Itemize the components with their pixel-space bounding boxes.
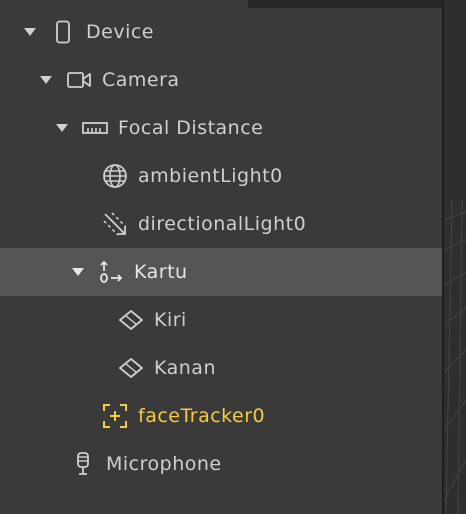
tree-item-face-tracker[interactable]: faceTracker0 — [0, 392, 442, 440]
panel-header-bar — [248, 0, 442, 8]
tree-item-device[interactable]: Device — [0, 8, 442, 56]
globe-icon — [102, 163, 128, 189]
expand-arrow-icon[interactable] — [38, 72, 54, 88]
expand-arrow-icon[interactable] — [22, 24, 38, 40]
scene-panel: Device Camera Focal Distance ambientLigh… — [0, 0, 442, 514]
tree-item-kanan[interactable]: Kanan — [0, 344, 442, 392]
plane-icon — [118, 307, 144, 333]
expand-arrow-icon[interactable] — [70, 264, 86, 280]
scene-viewport[interactable] — [444, 0, 466, 514]
tree-item-kartu[interactable]: Kartu — [0, 248, 442, 296]
tree-item-kiri[interactable]: Kiri — [0, 296, 442, 344]
tree-item-label: Kiri — [154, 309, 187, 331]
tree-item-label: Device — [86, 21, 154, 43]
tree-item-camera[interactable]: Camera — [0, 56, 442, 104]
face-tracker-icon — [102, 403, 128, 429]
microphone-icon — [70, 451, 96, 477]
tree-item-label: faceTracker0 — [138, 405, 266, 427]
tree-item-directional-light[interactable]: directionalLight0 — [0, 200, 442, 248]
tree-item-label: ambientLight0 — [138, 165, 283, 187]
null-object-icon — [98, 259, 124, 285]
ruler-icon — [82, 115, 108, 141]
directional-light-icon — [102, 211, 128, 237]
tree-item-label: Kanan — [154, 357, 216, 379]
tree-item-label: Kartu — [134, 261, 188, 283]
tree-item-ambient-light[interactable]: ambientLight0 — [0, 152, 442, 200]
tree-item-label: Microphone — [106, 453, 222, 475]
tree-item-label: Camera — [102, 69, 180, 91]
phone-icon — [50, 19, 76, 45]
tree-item-label: Focal Distance — [118, 117, 264, 139]
tree-item-microphone[interactable]: Microphone — [0, 440, 442, 488]
tree-item-label: directionalLight0 — [138, 213, 307, 235]
plane-icon — [118, 355, 144, 381]
camera-icon — [66, 67, 92, 93]
tree-item-focal-distance[interactable]: Focal Distance — [0, 104, 442, 152]
viewport-grid — [444, 199, 466, 514]
expand-arrow-icon[interactable] — [54, 120, 70, 136]
